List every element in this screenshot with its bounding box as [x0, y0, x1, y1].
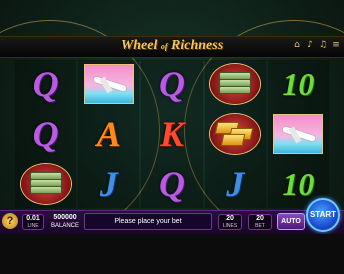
game-frame: Wheel of Richness ⌂ ♪ ♫ ≡ Q Q A J Q K Q J 10 10 ?… [0, 0, 344, 274]
lower-band [0, 234, 344, 274]
reel-cell: K [141, 110, 202, 159]
top-icons: ⌂ ♪ ♫ ≡ [293, 40, 340, 50]
reel-cell [268, 110, 329, 159]
symbol-j: J [99, 163, 118, 204]
reel-3: QKQ [141, 60, 203, 208]
reel-cell: A [78, 110, 139, 159]
total-bet-selector[interactable]: 20 BET [248, 214, 272, 230]
reel-cell: J [205, 159, 266, 208]
reel-cell: J [78, 159, 139, 208]
help-button[interactable]: ? [2, 213, 18, 229]
reel-cell: Q [141, 159, 202, 208]
music-icon[interactable]: ♪ [306, 40, 314, 50]
total-bet-value: 20 [256, 215, 264, 222]
reel-cell: Q [141, 60, 202, 109]
symbol-q: Q [32, 114, 59, 154]
title-word-1: Wheel [120, 38, 158, 53]
auto-button[interactable]: AUTO [277, 213, 305, 230]
symbol-j: J [226, 163, 245, 204]
reel-5: 10 10 [267, 60, 330, 208]
reel-cell: Q [15, 60, 76, 109]
title-word-2: Richness [171, 38, 224, 53]
line-bet-label: LINE [27, 223, 39, 229]
lines-label: LINES [222, 223, 238, 229]
menu-icon[interactable]: ≡ [332, 40, 340, 50]
symbol-q: Q [159, 64, 185, 105]
start-button[interactable]: START [306, 198, 340, 232]
gold-bar-icon [220, 134, 246, 146]
balance-value: 500000 [53, 214, 77, 221]
game-title: Wheel of Richness [96, 38, 248, 56]
reel-1: QQ [15, 60, 77, 208]
money-stack-symbol [210, 64, 261, 105]
balance-label: BALANCE [50, 223, 79, 229]
reel-2: AJ [78, 60, 140, 208]
jet-plane-symbol [273, 114, 324, 154]
balance-display: 500000 BALANCE [48, 214, 82, 231]
money-stack-symbol [20, 163, 71, 204]
total-bet-label: BET [255, 223, 265, 229]
status-message: Please place your bet [84, 213, 212, 230]
reel-4: J [204, 60, 266, 208]
line-bet-value: 0.01 [26, 215, 40, 222]
symbol-10: 10 [282, 66, 315, 103]
gold-bars-symbol [210, 114, 261, 154]
lines-value: 20 [226, 215, 234, 222]
reel-cell [205, 60, 266, 109]
symbol-q: Q [159, 163, 185, 204]
reel-cell [205, 110, 266, 159]
home-icon[interactable]: ⌂ [293, 40, 301, 50]
reel-cell: Q [15, 110, 76, 159]
line-bet-selector[interactable]: 0.01 LINE [22, 214, 44, 230]
reel-cell [15, 159, 76, 208]
banknote-icon [29, 185, 62, 194]
symbol-10: 10 [282, 165, 315, 202]
reel-cell [78, 60, 139, 109]
symbol-k: K [160, 114, 185, 154]
symbol-a: A [96, 114, 121, 154]
symbol-q: Q [32, 64, 59, 105]
banknote-icon [219, 86, 252, 95]
sound-icon[interactable]: ♫ [319, 40, 327, 50]
reels-area: Q Q A J Q K Q J 10 10 [15, 60, 330, 208]
reel-cell: 10 [268, 60, 329, 109]
lines-selector[interactable]: 20 LINES [218, 214, 242, 230]
jet-plane-symbol [83, 64, 134, 105]
title-word-of: of [160, 42, 168, 51]
